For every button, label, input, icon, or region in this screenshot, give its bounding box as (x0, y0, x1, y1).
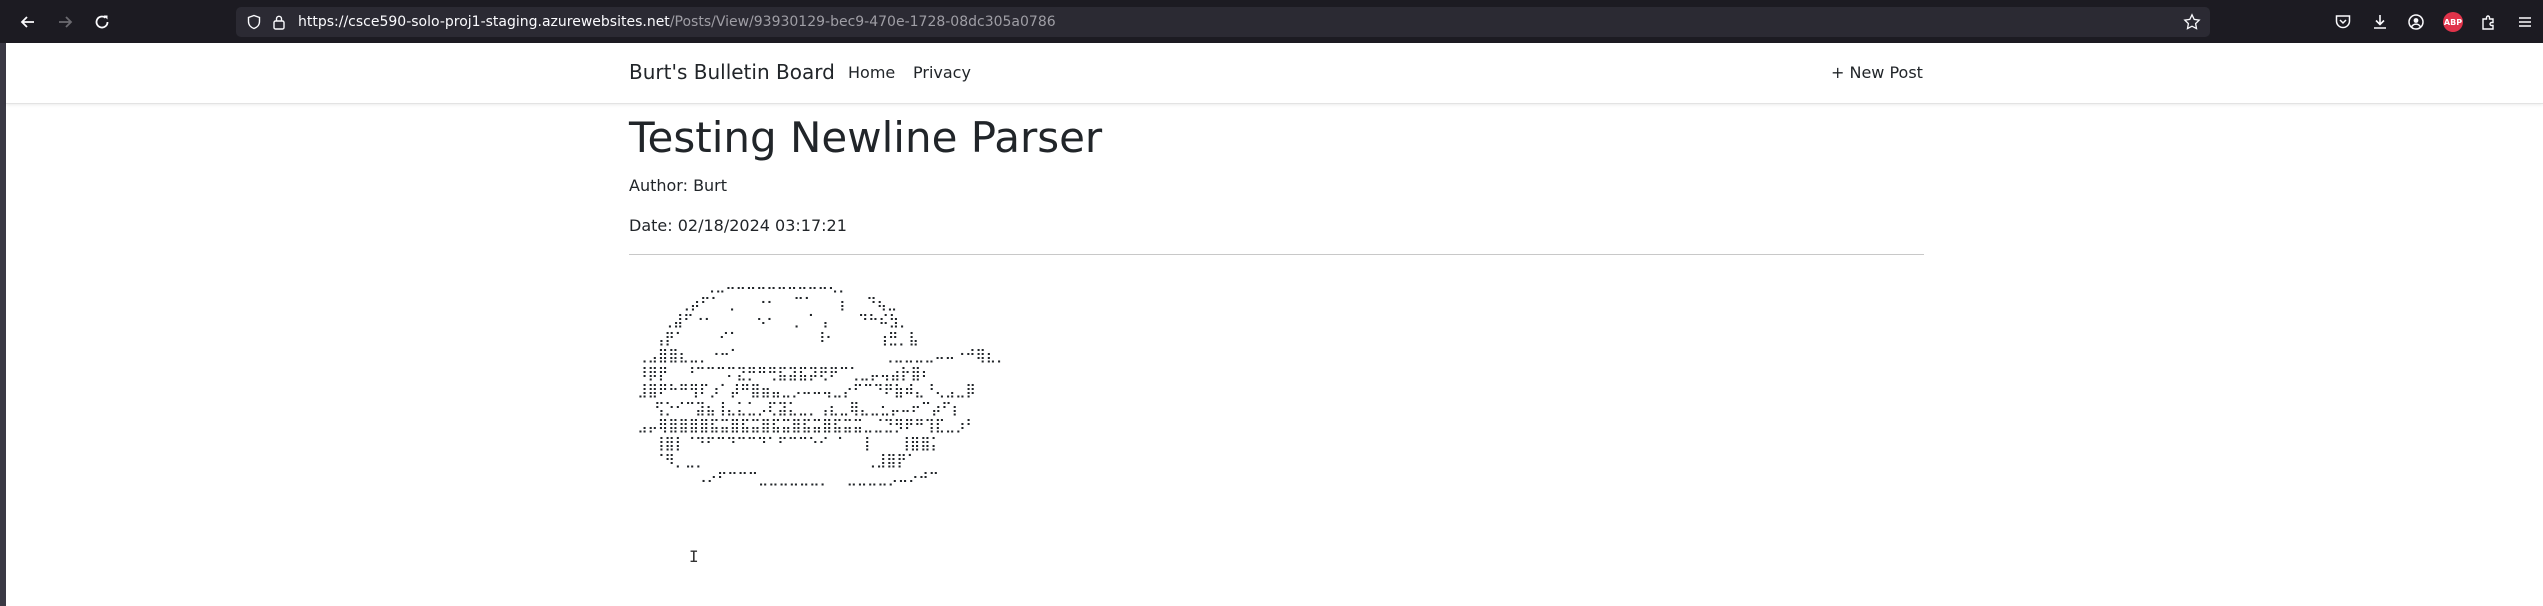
window-edge (0, 43, 6, 606)
post-body-ascii-art: ⢀⣀⠤⠤⠤⠤⠤⠤⠤⠤⠤⠤⢄⡀ ⢀⡴⠋⠁ ⡀ ⠐⠂ ⠉⠁ ⡆ ⠙⢦⣀ ⢀⣼⠋⠐⠂ … (637, 278, 1007, 487)
url-path: /Posts/View/93930129-bec9-470e-1728-08dc… (669, 14, 1056, 30)
url-text: https://csce590-solo-proj1-staging.azure… (298, 7, 1056, 37)
adblock-plus-icon[interactable]: ABP (2441, 10, 2465, 34)
post-author: Author: Burt (629, 176, 728, 195)
lock-icon[interactable] (269, 12, 289, 32)
browser-toolbar: https://csce590-solo-proj1-staging.azure… (0, 0, 2543, 43)
abp-badge-label: ABP (2443, 12, 2463, 32)
extensions-icon[interactable] (2477, 10, 2501, 34)
post-title: Testing Newline Parser (629, 113, 1103, 162)
reload-icon[interactable] (89, 9, 115, 35)
site-navbar: Burt's Bulletin Board Home Privacy + New… (6, 43, 2543, 104)
nav-home-link[interactable]: Home (848, 63, 895, 82)
back-icon[interactable] (15, 9, 41, 35)
new-post-link[interactable]: + New Post (1831, 63, 1923, 82)
pocket-icon[interactable] (2331, 10, 2355, 34)
site-brand-link[interactable]: Burt's Bulletin Board (629, 60, 835, 84)
forward-icon[interactable] (52, 9, 78, 35)
bookmark-star-icon[interactable] (2182, 12, 2202, 32)
account-icon[interactable] (2404, 10, 2428, 34)
menu-icon[interactable] (2513, 10, 2537, 34)
nav-privacy-link[interactable]: Privacy (913, 63, 971, 82)
content-divider (629, 254, 1924, 255)
post-date: Date: 02/18/2024 03:17:21 (629, 216, 847, 235)
text-cursor-icon: I (689, 547, 699, 566)
shield-icon[interactable] (244, 12, 264, 32)
download-icon[interactable] (2368, 10, 2392, 34)
url-host: https://csce590-solo-proj1-staging.azure… (298, 14, 670, 30)
address-bar[interactable]: https://csce590-solo-proj1-staging.azure… (236, 7, 2210, 37)
